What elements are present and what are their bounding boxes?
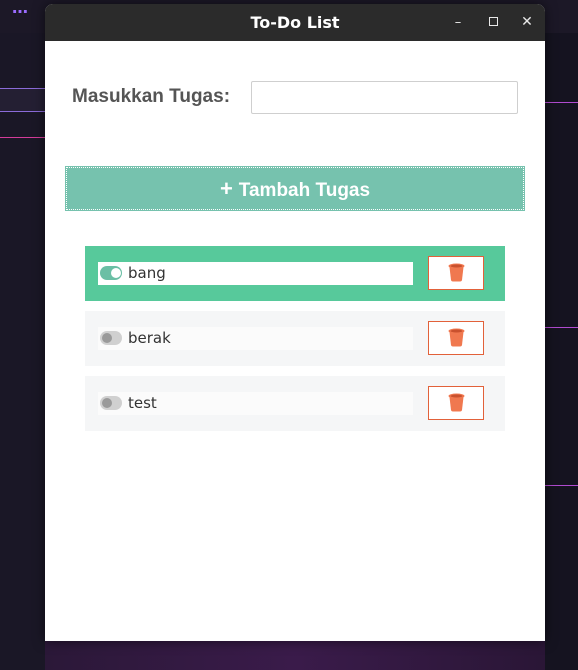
delete-task-button[interactable] — [428, 386, 484, 420]
editor-right-pane — [545, 33, 578, 670]
minimize-button[interactable]: – — [443, 4, 473, 41]
task-input[interactable] — [251, 81, 518, 114]
add-task-button[interactable]: + Tambah Tugas — [65, 166, 525, 211]
trash-icon — [448, 328, 465, 347]
maximize-button[interactable] — [478, 4, 508, 41]
divider — [0, 137, 45, 138]
toggle-icon[interactable] — [100, 266, 122, 280]
task-field[interactable]: bang — [98, 262, 413, 285]
toggle-icon[interactable] — [100, 396, 122, 410]
todo-window: To-Do List – ✕ Masukkan Tugas: + Tambah T… — [45, 4, 545, 641]
task-field[interactable]: test — [98, 392, 413, 415]
task-item: bang — [85, 246, 505, 301]
add-task-label: Tambah Tugas — [238, 180, 371, 201]
divider — [545, 327, 578, 328]
task-item: berak — [85, 311, 505, 366]
plus-icon: + — [219, 176, 233, 201]
close-button[interactable]: ✕ — [512, 4, 542, 41]
title-bar: To-Do List – ✕ — [45, 4, 545, 41]
delete-task-button[interactable] — [428, 321, 484, 355]
task-item: test — [85, 376, 505, 431]
trash-icon — [448, 393, 465, 412]
task-text: berak — [128, 329, 171, 347]
task-text: test — [128, 394, 157, 412]
delete-task-button[interactable] — [428, 256, 484, 290]
current-line-highlight — [0, 88, 45, 112]
divider — [545, 485, 578, 486]
divider — [545, 102, 578, 103]
trash-icon — [448, 263, 465, 282]
maximize-icon — [488, 17, 498, 26]
task-field[interactable]: berak — [98, 327, 413, 350]
task-input-label: Masukkan Tugas: — [72, 86, 231, 107]
editor-gutter — [0, 33, 45, 670]
toggle-icon[interactable] — [100, 331, 122, 345]
task-text: bang — [128, 264, 166, 282]
more-icon: … — [12, 0, 28, 17]
editor-bottom-area — [45, 641, 545, 670]
